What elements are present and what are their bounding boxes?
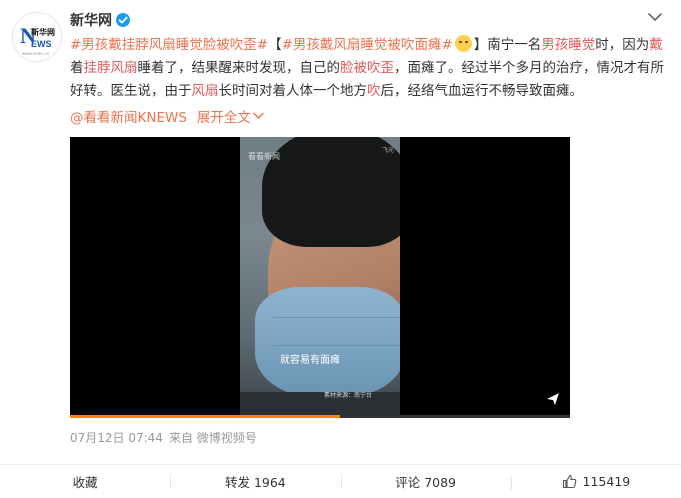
text-segment: 南宁一名 — [487, 37, 542, 53]
text-segment: 睡着了，结果醒来时发现，自己的 — [137, 60, 341, 76]
avatar-logo-ews: EWS — [31, 39, 52, 49]
like-count: 115419 — [582, 474, 631, 489]
hair-shape — [262, 137, 400, 247]
thumbs-up-icon — [562, 474, 576, 489]
chevron-down-icon[interactable] — [647, 10, 663, 24]
bracket-close: 】 — [473, 37, 488, 53]
video-credit: 素材来源：南宁台 — [324, 392, 373, 399]
video-player[interactable]: 看看新闻 飞光 就容易有面瘫 素材来源：南宁台 — [70, 137, 570, 418]
verified-icon — [116, 13, 130, 27]
post-time[interactable]: 07月12日 07:44 — [70, 429, 163, 446]
emoji-icon — [454, 35, 472, 52]
source-link[interactable]: @看看新闻KNEWS — [70, 106, 187, 126]
topic-link-2[interactable]: #男孩戴风扇睡觉被吹面瘫# — [282, 37, 453, 53]
topic-link[interactable]: #男孩戴挂脖风扇睡觉脸被吹歪# — [70, 37, 268, 53]
highlight-text: 挂脖风扇 — [83, 60, 138, 76]
chevron-down-icon — [253, 112, 264, 119]
post-meta: 07月12日 07:44 来自 微博视频号 — [70, 429, 257, 446]
text-segment: 时，因为 — [595, 37, 650, 53]
highlight-text: 脸被吹歪 — [340, 60, 394, 76]
mask-fold — [273, 345, 400, 346]
comment-label: 评论 7089 — [395, 475, 457, 490]
highlight-text: 男孩睡觉 — [541, 37, 596, 53]
favorite-button[interactable]: 收藏 — [0, 472, 170, 491]
repost-button[interactable]: 转发 1964 — [170, 472, 340, 491]
username[interactable]: 新华网 — [70, 10, 112, 30]
avatar-logo-cn: 新华网 — [31, 28, 55, 37]
video-watermark-2: 飞光 — [381, 147, 394, 154]
source-line: @看看新闻KNEWS 展开全文 — [70, 106, 264, 126]
avatar[interactable]: N 新华网 EWS www.news.cn — [12, 12, 62, 62]
highlight-text: 风扇 — [191, 83, 219, 99]
video-frame: 看看新闻 飞光 就容易有面瘫 素材来源：南宁台 — [240, 137, 400, 418]
highlight-text: 戴 — [649, 37, 663, 53]
video-progress-bar[interactable] — [70, 415, 570, 418]
video-progress-fill — [70, 415, 340, 418]
repost-label: 转发 1964 — [224, 475, 286, 490]
video-subtitle: 就容易有面瘫 — [280, 355, 340, 366]
action-bar: 收藏 转发 1964 评论 7089 115419 — [0, 464, 681, 498]
topic-link-2-part-a: #男孩戴风扇睡觉被吹 — [281, 37, 415, 53]
mask-fold — [273, 317, 400, 318]
bracket-open: 【 — [268, 37, 282, 53]
text-segment: 着 — [70, 60, 84, 76]
weibo-post-card: N 新华网 EWS www.news.cn 新华网 #男孩戴挂脖风扇睡觉脸被吹歪… — [0, 0, 681, 498]
post-header: 新华网 — [70, 10, 130, 30]
text-segment: 长时间对着人体一个地方 — [218, 83, 368, 99]
post-text: #男孩戴挂脖风扇睡觉脸被吹歪#【#男孩戴风扇睡觉被吹面瘫# 】南宁一名男孩睡觉时，… — [70, 34, 670, 103]
video-watermark: 看看新闻 — [248, 152, 280, 161]
mask-shape — [255, 287, 400, 397]
send-icon[interactable] — [546, 392, 560, 406]
comment-button[interactable]: 评论 7089 — [340, 472, 511, 491]
expand-button[interactable]: 展开全文 — [197, 106, 264, 126]
like-button[interactable]: 115419 — [510, 474, 681, 490]
expand-label: 展开全文 — [196, 110, 251, 126]
topic-link-2-part-c: # — [441, 37, 453, 53]
text-segment: 后，经络气血运行不畅导致面瘫。 — [380, 83, 584, 99]
topic-link-2-part-b: 面瘫 — [414, 37, 442, 53]
post-source: 来自 微博视频号 — [168, 431, 257, 445]
highlight-text: 吹 — [367, 83, 381, 99]
favorite-label: 收藏 — [72, 475, 98, 490]
avatar-logo-url: www.news.cn — [22, 51, 50, 56]
